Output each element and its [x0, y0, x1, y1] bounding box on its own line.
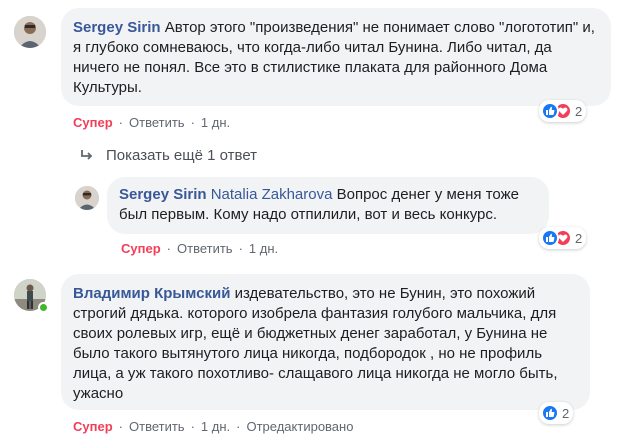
- comment-actions: Супер · Ответить · 1 дн.: [73, 115, 230, 130]
- comment-text: издевательство, это не Бунин, это похожи…: [73, 285, 558, 402]
- reply-link[interactable]: Ответить: [129, 419, 185, 434]
- avatar[interactable]: [75, 186, 99, 210]
- edited-label[interactable]: Отредактировано: [246, 419, 353, 434]
- avatar[interactable]: [14, 16, 46, 48]
- comment-bubble: Sergey Sirin Natalia Zakharova Вопрос де…: [107, 177, 549, 234]
- comment-bubble: Владимир Крымский издевательство, это не…: [61, 274, 590, 410]
- comment-bubble: Sergey Sirin Автор этого "произведения" …: [61, 8, 611, 106]
- reactions-summary[interactable]: 2: [539, 227, 587, 249]
- reaction-count: 2: [575, 103, 583, 119]
- reactions-summary[interactable]: 2: [539, 100, 587, 122]
- like-reaction-icon: [541, 404, 559, 422]
- reply-link[interactable]: Ответить: [129, 115, 185, 130]
- comment-timestamp[interactable]: 1 дн.: [201, 419, 230, 434]
- like-reaction-icon: [541, 102, 559, 120]
- person-photo-icon: [75, 186, 99, 210]
- reaction-count: 2: [575, 230, 583, 246]
- reaction-count: 2: [562, 405, 570, 421]
- separator-dot: ·: [238, 241, 243, 256]
- show-more-replies-link[interactable]: Показать ещё 1 ответ: [80, 147, 257, 165]
- comment-timestamp[interactable]: 1 дн.: [201, 115, 230, 130]
- reply-link[interactable]: Ответить: [177, 241, 233, 256]
- separator-dot: ·: [236, 419, 241, 434]
- separator-dot: ·: [166, 241, 171, 256]
- like-link[interactable]: Супер: [121, 241, 161, 256]
- comment-author[interactable]: Sergey Sirin: [73, 19, 161, 36]
- separator-dot: ·: [118, 419, 123, 434]
- comment-actions: Супер · Ответить · 1 дн.: [121, 241, 278, 256]
- comment-author[interactable]: Владимир Крымский: [73, 285, 230, 302]
- like-link[interactable]: Супер: [73, 419, 113, 434]
- online-status-dot: [38, 302, 49, 313]
- person-photo-icon: [14, 16, 46, 48]
- reactions-summary[interactable]: 2: [539, 402, 574, 424]
- like-link[interactable]: Супер: [73, 115, 113, 130]
- separator-dot: ·: [190, 115, 195, 130]
- mention-link[interactable]: Natalia Zakharova: [211, 186, 333, 203]
- separator-dot: ·: [190, 419, 195, 434]
- comment-actions: Супер · Ответить · 1 дн. · Отредактировано: [73, 419, 353, 434]
- separator-dot: ·: [118, 115, 123, 130]
- comment-timestamp[interactable]: 1 дн.: [249, 241, 278, 256]
- comment-author[interactable]: Sergey Sirin: [119, 186, 207, 203]
- reply-arrow-icon: [80, 148, 94, 165]
- show-more-replies-label: Показать ещё 1 ответ: [106, 147, 258, 164]
- like-reaction-icon: [541, 229, 559, 247]
